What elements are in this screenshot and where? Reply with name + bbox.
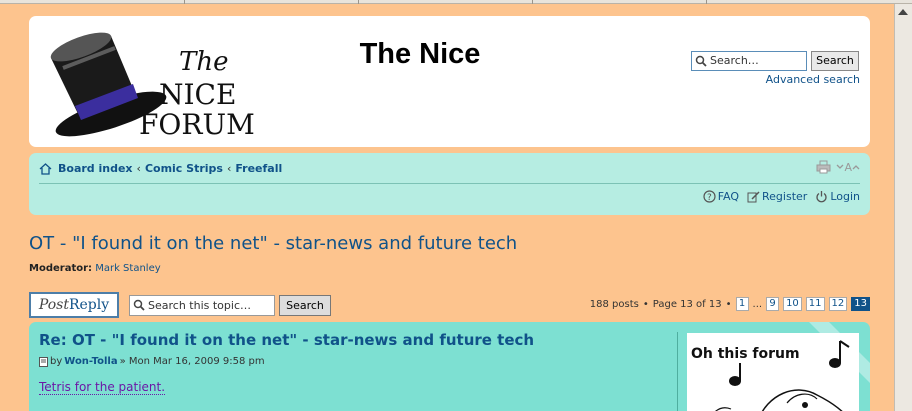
post: Re: OT - "I found it on the net" - star-…: [29, 322, 870, 411]
moderator-line: Moderator: Mark Stanley: [29, 263, 161, 274]
post-date: » Mon Mar 16, 2009 9:58 pm: [119, 356, 265, 367]
advanced-search-link[interactable]: Advanced search: [766, 73, 860, 86]
topic-title[interactable]: OT - "I found it on the net" - star-news…: [29, 233, 517, 254]
home-icon: [39, 162, 52, 175]
user-links: ? FAQ Register Login: [703, 190, 860, 203]
avatar-caption: Oh this forum: [691, 346, 800, 362]
post-subject[interactable]: Re: OT - "I found it on the net" - star-…: [39, 331, 534, 349]
login-label: Login: [830, 190, 860, 203]
page-link-12[interactable]: 12: [828, 297, 848, 311]
breadcrumb-separator: ‹: [136, 162, 141, 175]
search-button[interactable]: Search: [811, 51, 859, 71]
post-author[interactable]: Won-Tolla: [64, 356, 117, 367]
print-icon[interactable]: [816, 160, 831, 174]
post-reply-suffix: Reply: [68, 297, 110, 313]
page-link-9[interactable]: 9: [766, 297, 780, 311]
post-by-label: by: [50, 356, 63, 367]
faq-label: FAQ: [717, 190, 740, 203]
page-link-1[interactable]: 1: [735, 297, 749, 311]
post-author-line: by Won-Tolla » Mon Mar 16, 2009 9:58 pm: [39, 356, 265, 367]
pagination: 188 posts • Page 13 of 13 • 1 ... 9 10 1…: [590, 297, 870, 311]
post-reply-button[interactable]: PostReply: [29, 292, 119, 318]
help-icon: ?: [703, 190, 716, 203]
font-size-label: A: [844, 160, 852, 174]
topic-search-button[interactable]: Search: [279, 295, 331, 316]
post-profile-divider: [677, 332, 678, 411]
pagination-bullet: •: [725, 298, 732, 310]
chevron-up-icon: [852, 165, 860, 170]
scrollbar[interactable]: [894, 4, 912, 411]
power-icon: [816, 191, 827, 203]
breadcrumb-comic-strips[interactable]: Comic Strips: [145, 162, 223, 175]
moderator-label: Moderator:: [29, 263, 93, 274]
moderator-name[interactable]: Mark Stanley: [95, 263, 160, 274]
login-link[interactable]: Login: [815, 190, 860, 203]
page-info[interactable]: Page 13 of 13: [653, 299, 722, 310]
pagination-bullet: •: [642, 298, 649, 310]
logo-text-forum: FORUM: [139, 108, 255, 140]
register-icon: [747, 191, 760, 203]
page-link-10[interactable]: 10: [783, 297, 802, 311]
nav-divider: [39, 183, 860, 184]
page-current: 13: [851, 297, 870, 311]
breadcrumb: Board index ‹ Comic Strips ‹ Freefall: [39, 162, 282, 175]
scroll-up-arrow-icon[interactable]: [898, 9, 908, 15]
post-reply-prefix: Post: [38, 297, 69, 313]
post-body-link[interactable]: Tetris for the patient.: [39, 380, 166, 395]
post-count: 188 posts: [589, 298, 639, 310]
topic-search-placeholder: Search this topic…: [148, 299, 251, 312]
nav-bar: Board index ‹ Comic Strips ‹ Freefall A …: [29, 153, 870, 215]
logo-text-nice: NICE: [159, 78, 236, 111]
post-icon[interactable]: [39, 356, 48, 367]
faq-link[interactable]: ? FAQ: [703, 190, 739, 203]
search-placeholder: Search…: [710, 54, 759, 67]
search-icon: [695, 55, 707, 67]
pagination-ellipsis: ...: [752, 298, 763, 310]
breadcrumb-separator: ‹: [226, 162, 232, 175]
search-input[interactable]: Search…: [691, 51, 807, 71]
topic-search-input[interactable]: Search this topic…: [129, 295, 275, 316]
page-tools: A: [816, 160, 860, 174]
browser-tab-strip: [0, 0, 912, 4]
breadcrumb-freefall[interactable]: Freefall: [235, 162, 282, 175]
font-size-icon[interactable]: A: [836, 161, 860, 174]
search-icon: [133, 299, 145, 311]
site-header: The NICE FORUM The Nice Search… Search A…: [29, 16, 870, 147]
page-link-11[interactable]: 11: [805, 297, 825, 311]
register-label: Register: [762, 190, 808, 203]
breadcrumb-board-index[interactable]: Board index: [58, 162, 133, 175]
chevron-down-icon: [837, 164, 844, 169]
register-link[interactable]: Register: [747, 190, 807, 203]
avatar-image: Oh this forum: [691, 340, 850, 411]
avatar: Oh this forum: [687, 333, 859, 411]
svg-text:?: ?: [707, 193, 712, 203]
